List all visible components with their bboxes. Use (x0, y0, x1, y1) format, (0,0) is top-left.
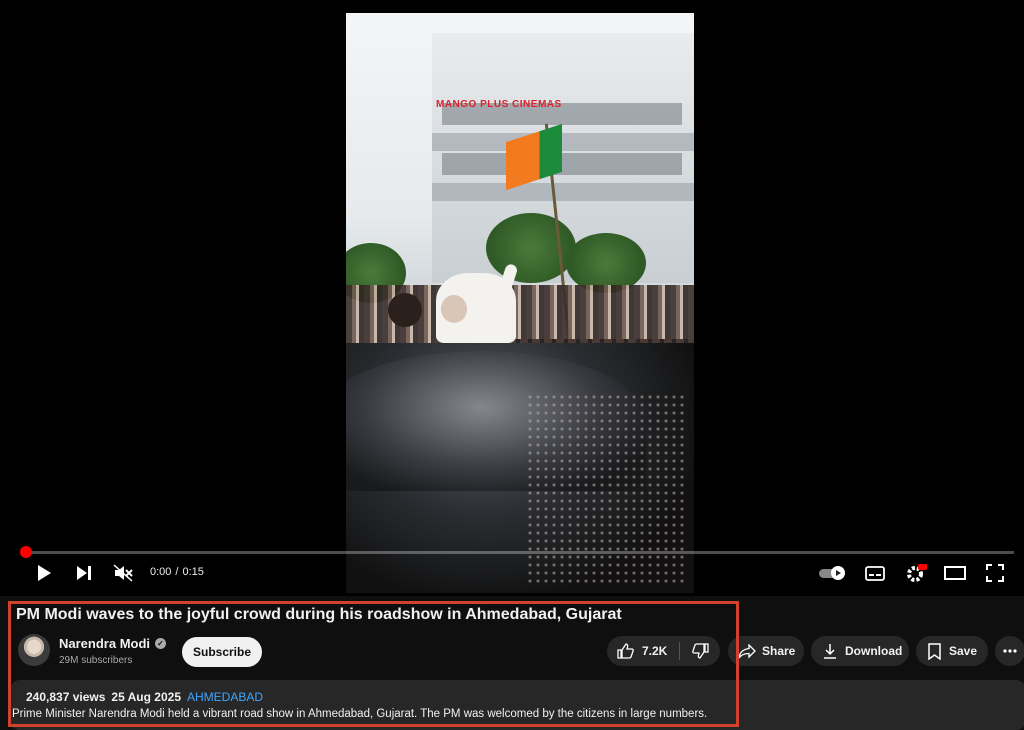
upload-date: 25 Aug 2025 (111, 690, 181, 704)
thumbs-down-icon (691, 643, 709, 659)
fullscreen-icon (986, 564, 1004, 582)
share-label: Share (762, 644, 796, 658)
hashtag-link[interactable]: AHMEDABAD (187, 690, 263, 704)
view-count: 240,837 views (26, 690, 106, 704)
share-icon (738, 643, 756, 659)
video-tree (566, 233, 646, 293)
download-icon (824, 644, 836, 659)
current-time: 0:00 (150, 566, 172, 578)
next-button[interactable] (72, 562, 96, 584)
duration: 0:15 (182, 566, 204, 578)
autoplay-toggle[interactable] (817, 564, 849, 582)
subscribe-button[interactable]: Subscribe (182, 637, 262, 667)
channel-name[interactable]: Narendra Modi (59, 636, 150, 651)
save-label: Save (949, 644, 978, 658)
thumbs-up-icon (617, 643, 634, 659)
theater-mode-icon (944, 566, 966, 580)
mute-button[interactable] (111, 562, 135, 584)
more-icon (1003, 649, 1017, 653)
time-separator: / (175, 566, 179, 578)
fullscreen-button[interactable] (983, 563, 1007, 583)
video-title: PM Modi waves to the joyful crowd during… (16, 606, 622, 623)
cinema-sign: MANGO PLUS CINEMAS (436, 99, 562, 110)
settings-button[interactable] (903, 562, 929, 584)
description-text: Prime Minister Narendra Modi held a vibr… (12, 708, 708, 720)
like-button[interactable]: 7.2K (607, 636, 679, 666)
dislike-button[interactable] (680, 636, 720, 666)
progress-bar[interactable] (26, 551, 1014, 554)
autoplay-toggle-icon (819, 566, 845, 580)
theater-mode-button[interactable] (943, 564, 967, 582)
like-dislike-group: 7.2K (607, 636, 720, 666)
channel-name-row[interactable]: Narendra Modi ✓ (59, 636, 167, 651)
download-label: Download (845, 644, 903, 658)
next-icon (77, 566, 91, 580)
play-icon (38, 565, 51, 581)
subscriber-count: 29M subscribers (59, 655, 133, 666)
settings-icon (907, 564, 927, 582)
more-actions-button[interactable] (995, 636, 1024, 666)
video-person-head (441, 295, 467, 323)
description-box[interactable] (10, 680, 1024, 730)
like-count: 7.2K (642, 644, 668, 658)
video-player[interactable]: MANGO PLUS CINEMAS 0:00/0:15 (0, 0, 1024, 596)
mute-icon (113, 564, 133, 582)
video-frame[interactable]: MANGO PLUS CINEMAS (346, 13, 694, 593)
description-meta: 240,837 views 25 Aug 2025 AHMEDABAD (26, 690, 263, 704)
subtitles-button[interactable] (863, 564, 887, 582)
play-button[interactable] (32, 562, 56, 584)
progress-scrubber[interactable] (20, 546, 32, 558)
channel-avatar[interactable] (18, 634, 50, 666)
video-petals (526, 393, 686, 583)
time-display: 0:00/0:15 (148, 566, 206, 578)
subtitles-icon (865, 565, 885, 581)
share-button[interactable]: Share (728, 636, 804, 666)
download-button[interactable]: Download (811, 636, 909, 666)
bookmark-icon (928, 642, 941, 660)
save-button[interactable]: Save (916, 636, 988, 666)
verified-icon: ✓ (155, 638, 167, 649)
video-guard (388, 293, 422, 327)
